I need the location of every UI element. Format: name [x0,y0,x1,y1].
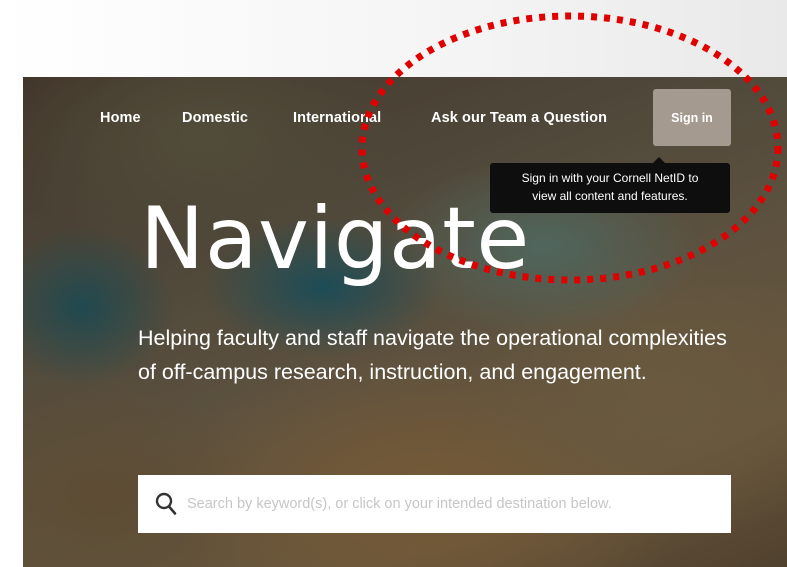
nav-item-international[interactable]: International [293,110,381,126]
tooltip-line-2: view all content and features. [532,189,688,203]
nav-item-domestic[interactable]: Domestic [182,110,248,126]
search-input[interactable] [185,495,731,513]
sign-in-tooltip: Sign in with your Cornell NetID to view … [490,157,730,213]
hero-subtitle: Helping faculty and staff navigate the o… [138,326,727,384]
nav-item-ask-team[interactable]: Ask our Team a Question [431,110,607,126]
tooltip-line-1: Sign in with your Cornell NetID to [521,171,699,185]
search-icon [155,492,177,515]
sign-in-button[interactable]: Sign in [653,89,731,146]
top-band [0,0,787,77]
hero-section: Home Domestic International Ask our Team… [23,77,787,567]
search-bar[interactable] [138,475,731,533]
nav-item-home[interactable]: Home [100,110,141,126]
page-title: Navigate [140,189,530,289]
